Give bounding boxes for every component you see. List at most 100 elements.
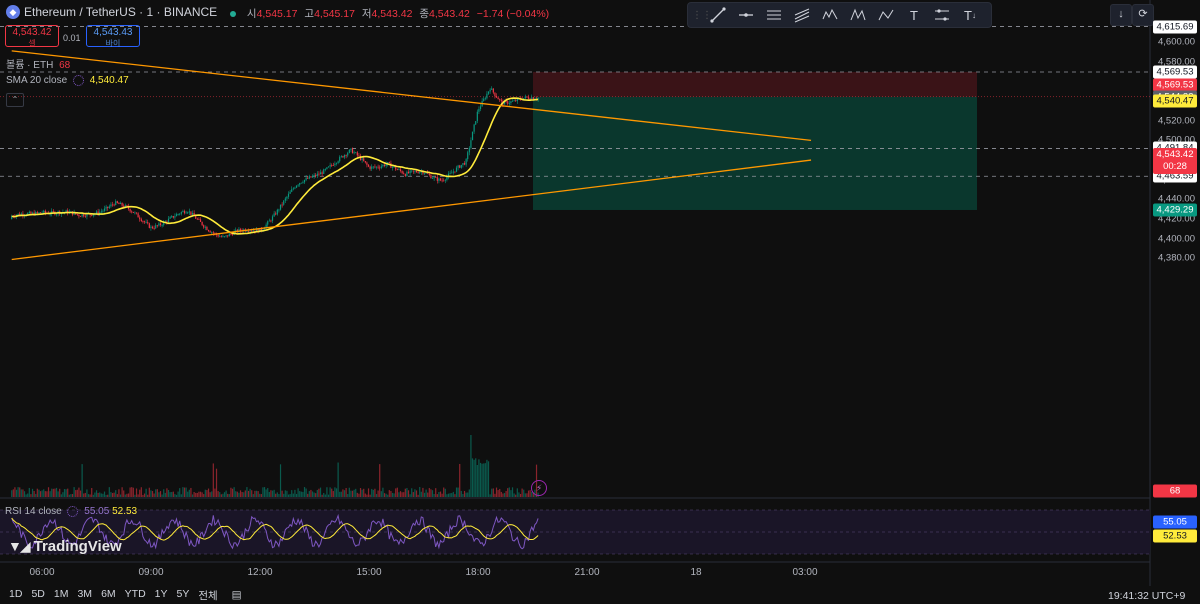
- volume-bar: [446, 494, 448, 497]
- volume-bar: [435, 488, 437, 497]
- volume-bar: [151, 491, 154, 497]
- volume-bar: [443, 487, 445, 497]
- rsi-legend-name: RSI 14 close: [5, 506, 62, 518]
- volume-bar: [39, 491, 42, 497]
- candle-body: [171, 216, 173, 218]
- volume-bar: [468, 489, 470, 497]
- volume-legend[interactable]: 볼륨 · ETH 68: [6, 56, 70, 71]
- volume-bar: [255, 490, 258, 497]
- rsi-settings-icon[interactable]: [67, 506, 79, 517]
- volume-bar: [377, 490, 379, 497]
- candle-body: [321, 172, 323, 174]
- candle-body: [211, 232, 213, 234]
- sell-label: 셀: [28, 39, 36, 48]
- volume-bar: [438, 492, 440, 497]
- volume-bar: [126, 493, 128, 497]
- volume-bar: [270, 490, 272, 497]
- timeframe-button[interactable]: 3M: [77, 588, 92, 603]
- tradingview-logo: ▼◢ TradingView: [8, 538, 122, 555]
- timeframe-button[interactable]: 5D: [31, 588, 44, 603]
- candle-body: [465, 159, 467, 165]
- sell-button[interactable]: 4,543.42 셀: [5, 25, 59, 48]
- regression-icon[interactable]: [790, 4, 814, 26]
- sma-legend-value: 4,540.47: [89, 75, 129, 87]
- volume-bar: [302, 491, 304, 497]
- volume-bar: [467, 492, 469, 497]
- candle-body: [363, 158, 365, 162]
- volume-bar: [503, 493, 506, 497]
- chart-canvas[interactable]: [0, 0, 1200, 604]
- timeframe-button[interactable]: 1Y: [155, 588, 168, 603]
- volume-bar: [230, 487, 232, 497]
- volume-bar: [159, 491, 162, 497]
- volume-bar: [294, 489, 296, 497]
- volume-bar: [390, 491, 392, 497]
- elliott-wave-icon[interactable]: [818, 4, 842, 26]
- candle-body: [305, 177, 307, 180]
- parallel-channel-icon[interactable]: [762, 4, 786, 26]
- candle-body: [339, 156, 341, 162]
- clock[interactable]: 19:41:32 UTC+9: [1108, 590, 1185, 602]
- text-format-icon[interactable]: T ↓: [958, 4, 982, 26]
- volume-bar: [201, 492, 203, 497]
- candle-body: [219, 236, 221, 238]
- sma-legend[interactable]: SMA 20 close 4,540.47: [6, 75, 129, 86]
- candle-body: [460, 164, 462, 168]
- candle-body: [486, 93, 488, 99]
- timeframe-button[interactable]: 1D: [9, 588, 22, 603]
- timeframe-button[interactable]: YTD: [125, 588, 146, 603]
- volume-bar: [487, 461, 490, 497]
- indicator-settings-icon[interactable]: [72, 75, 84, 86]
- collapse-legend-button[interactable]: ⌃: [6, 93, 24, 107]
- candle-body: [28, 211, 30, 214]
- abcd-pattern-icon[interactable]: [874, 4, 898, 26]
- candle-body: [291, 189, 293, 192]
- candle-body: [292, 188, 294, 190]
- candle-body: [36, 211, 38, 213]
- lightning-icon[interactable]: ⚡: [531, 480, 547, 496]
- trend-line-icon[interactable]: [706, 4, 730, 26]
- timeframe-button[interactable]: 전체: [198, 588, 217, 603]
- candle-body: [83, 214, 85, 217]
- path-icon[interactable]: [930, 4, 954, 26]
- buy-button[interactable]: 4,543.43 바이: [86, 25, 140, 48]
- candle-body: [180, 212, 182, 214]
- text-icon[interactable]: T: [902, 4, 926, 26]
- volume-bar: [196, 492, 198, 497]
- scroll-to-latest-button[interactable]: ↓: [1110, 4, 1132, 26]
- candle-body: [510, 101, 512, 104]
- candle-body: [105, 206, 107, 209]
- candle-body: [375, 166, 378, 168]
- xabcd-pattern-icon[interactable]: [846, 4, 870, 26]
- volume-bar: [243, 492, 245, 497]
- rsi-legend[interactable]: RSI 14 close 55.05 52.53: [5, 506, 137, 517]
- horizontal-ray-icon[interactable]: [734, 4, 758, 26]
- reset-chart-button[interactable]: ⟳: [1132, 4, 1154, 26]
- volume-bar: [383, 493, 386, 497]
- volume-bar: [399, 491, 402, 497]
- volume-bar: [329, 487, 331, 497]
- timeframe-button[interactable]: 5Y: [177, 588, 190, 603]
- volume-bar: [420, 491, 422, 497]
- candle-body: [286, 196, 288, 199]
- volume-bar: [507, 488, 509, 497]
- drag-handle-icon[interactable]: ⋮⋮: [692, 10, 712, 21]
- candle-body: [438, 178, 440, 181]
- volume-bar: [228, 494, 230, 497]
- volume-bar: [246, 487, 248, 497]
- candle-body: [369, 166, 371, 169]
- volume-bar: [398, 492, 400, 497]
- timeframe-button[interactable]: 1M: [54, 588, 69, 603]
- price-tick-label: 4,400.00: [1158, 233, 1195, 245]
- calendar-range-icon[interactable]: ▤: [232, 589, 242, 601]
- volume-bar: [140, 487, 142, 497]
- volume-bar: [22, 489, 24, 497]
- volume-bar: [393, 493, 395, 497]
- volume-bar: [143, 493, 146, 497]
- symbol-title[interactable]: ◆ Ethereum / TetherUS · 1 · BINANCE: [6, 5, 217, 19]
- candle-body: [507, 101, 509, 104]
- timeframe-button[interactable]: 6M: [101, 588, 116, 603]
- volume-bar: [76, 489, 78, 497]
- volume-bar: [515, 494, 517, 497]
- volume-bar: [166, 488, 168, 497]
